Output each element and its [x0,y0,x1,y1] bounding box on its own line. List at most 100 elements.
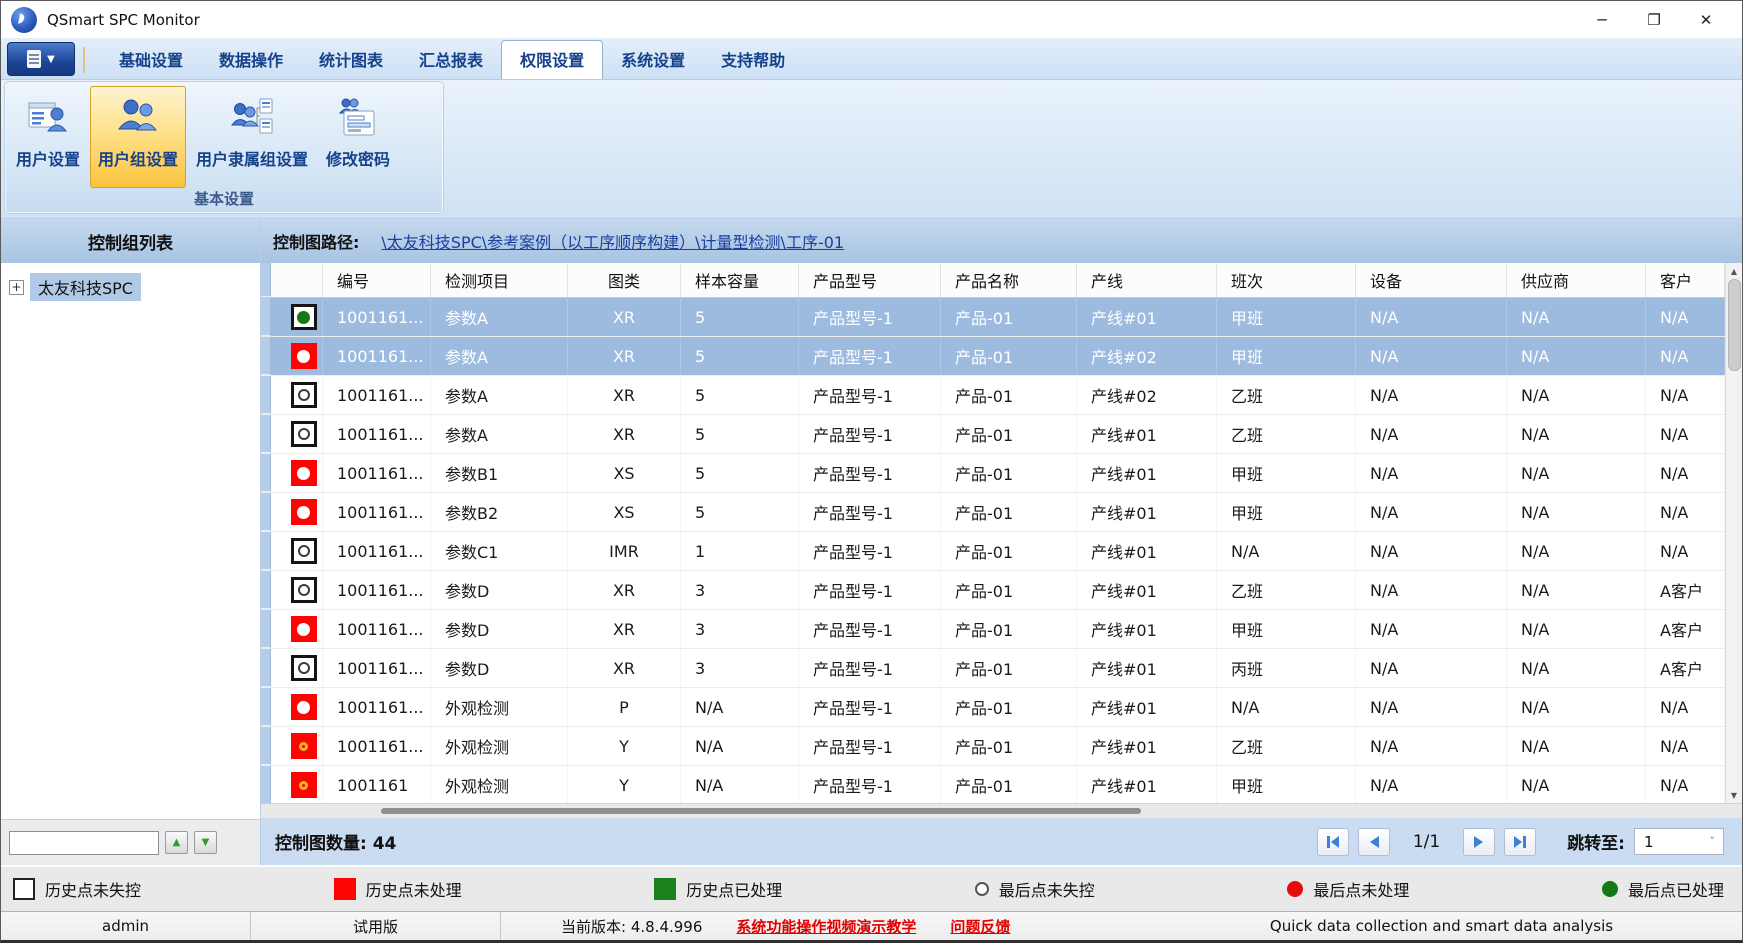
tab-7[interactable]: 支持帮助 [703,41,803,79]
table-row-3[interactable]: 1001161... 参数A XR 5 产品型号-1 产品-01 产线#02 乙班 N/A N/A… [261,376,1725,415]
scroll-up-icon[interactable]: ▲ [1726,263,1742,279]
search-input[interactable] [9,830,159,855]
column-header-11[interactable]: 客户 [1646,263,1725,297]
user-group-settings-button[interactable]: 用户组设置 [90,86,187,188]
tab-6[interactable]: 系统设置 [603,41,703,79]
cell-产品型号: 产品型号-1 [799,532,941,570]
cell-设备: N/A [1356,532,1507,570]
cell-编号: 1001161... [323,298,431,336]
tab-1[interactable]: 基础设置 [101,41,201,79]
table-row-4[interactable]: 1001161... 参数A XR 5 产品型号-1 产品-01 产线#01 乙班 N/A N/A… [261,415,1725,454]
column-header-5[interactable]: 产品型号 [799,263,941,297]
cell-样本容量: 5 [681,376,799,414]
vertical-scroll-thumb[interactable] [1727,279,1741,371]
column-header-10[interactable]: 供应商 [1507,263,1646,297]
ribbon-tab-row: ▼ 基础设置 数据操作 统计图表 汇总报表 权限设置 系统设置 支持帮助 [1,38,1742,80]
table-row-8[interactable]: 1001161... 参数D XR 3 产品型号-1 产品-01 产线#01 乙班 N/A N/A… [261,571,1725,610]
vertical-scrollbar[interactable]: ▲ ▼ [1725,263,1742,803]
search-down-button[interactable]: ▼ [194,831,217,854]
table-row-2[interactable]: 1001161... 参数A XR 5 产品型号-1 产品-01 产线#02 甲班 N/A N/A… [261,337,1725,376]
cell-客户: N/A [1646,454,1725,492]
horizontal-scroll-thumb[interactable] [381,808,1141,814]
table-row-13[interactable]: 1001161 外观检测 Y N/A 产品型号-1 产品-01 产线#01 甲班 N/A N/A N… [261,766,1725,803]
column-header-2[interactable]: 检测项目 [431,263,568,297]
table-row-11[interactable]: 1001161... 外观检测 P N/A 产品型号-1 产品-01 产线#01 N/A N/A… [261,688,1725,727]
table-row-1[interactable]: 1001161... 参数A XR 5 产品型号-1 产品-01 产线#01 甲班 N/A N/A… [261,298,1725,337]
table-row-10[interactable]: 1001161... 参数D XR 3 产品型号-1 产品-01 产线#01 丙班 N/A N/A… [261,649,1725,688]
column-header-6[interactable]: 产品名称 [941,263,1077,297]
tab-2[interactable]: 数据操作 [201,41,301,79]
tab-4[interactable]: 汇总报表 [401,41,501,79]
status-icon [271,337,323,375]
cell-检测项目: 参数B1 [431,454,568,492]
cell-产品型号: 产品型号-1 [799,571,941,609]
ribbon-group-label: 基本设置 [193,190,254,208]
next-page-button[interactable] [1463,827,1496,856]
cell-编号: 1001161... [323,571,431,609]
circle-outline-icon [974,882,989,896]
table-row-6[interactable]: 1001161... 参数B2 XS 5 产品型号-1 产品-01 产线#01 甲班 N/A N/… [261,493,1725,532]
tree-node-label[interactable]: 太友科技SPC [30,273,141,301]
cell-产品名称: 产品-01 [941,610,1077,648]
cell-产品型号: 产品型号-1 [799,727,941,765]
cell-检测项目: 外观检测 [431,766,568,803]
tree-node-root[interactable]: + 太友科技SPC [9,273,260,301]
status-icon [271,610,323,648]
table-footer-bar: 控制图数量: 44 1/1 跳转至: 1 ˅ [261,818,1742,865]
cell-编号: 1001161... [323,532,431,570]
table-row-9[interactable]: 1001161... 参数D XR 3 产品型号-1 产品-01 产线#01 甲班 N/A N/A… [261,610,1725,649]
cell-图类: XR [568,337,681,375]
minimize-button[interactable]: ─ [1576,5,1628,35]
cell-供应商: N/A [1507,610,1646,648]
cell-班次: N/A [1217,688,1356,726]
cell-班次: 甲班 [1217,493,1356,531]
goto-page-select[interactable]: 1 ˅ [1634,828,1724,855]
first-page-button[interactable] [1316,827,1349,856]
horizontal-scrollbar[interactable] [261,803,1742,818]
legend-item-1: 历史点未失控 [13,877,141,901]
cell-样本容量: N/A [681,766,799,803]
app-menu-button[interactable]: ▼ [7,42,75,76]
cell-供应商: N/A [1507,337,1646,375]
column-header-4[interactable]: 样本容量 [681,263,799,297]
scroll-down-icon[interactable]: ▼ [1726,787,1742,803]
feedback-link[interactable]: 问题反馈 [950,916,1010,937]
expand-icon[interactable]: + [9,279,24,295]
close-button[interactable]: ✕ [1680,5,1732,35]
cell-班次: 甲班 [1217,610,1356,648]
video-tutorial-link[interactable]: 系统功能操作视频演示教学 [736,916,916,937]
search-up-button[interactable]: ▲ [165,831,188,854]
chart-path-link[interactable]: \太友科技SPC\参考案例（以工序顺序构建）\计量型检测\工序-01 [381,229,844,253]
change-password-button[interactable]: 修改密码 [318,86,398,188]
column-header-0[interactable] [271,263,323,297]
cell-样本容量: 3 [681,610,799,648]
chevron-down-icon: ˅ [1709,835,1716,848]
tab-5[interactable]: 权限设置 [501,40,604,79]
column-header-9[interactable]: 设备 [1356,263,1507,297]
cell-班次: N/A [1217,532,1356,570]
cell-客户: N/A [1646,766,1725,803]
maximize-button[interactable]: ❐ [1628,5,1680,35]
control-chart-grid: 编号 检测项目 图类 样本容量 产品型号 产品名称 产线 班次 设备 供应商 客户 1001161.… [261,263,1725,803]
cell-编号: 1001161... [323,610,431,648]
table-row-7[interactable]: 1001161... 参数C1 IMR 1 产品型号-1 产品-01 产线#01 N/A N/A… [261,532,1725,571]
column-header-7[interactable]: 产线 [1077,263,1217,297]
column-header-8[interactable]: 班次 [1217,263,1356,297]
table-row-5[interactable]: 1001161... 参数B1 XS 5 产品型号-1 产品-01 产线#01 甲班 N/A N/… [261,454,1725,493]
user-settings-icon [25,94,71,140]
row-header-strip [261,727,271,765]
cell-样本容量: 5 [681,415,799,453]
cell-产线: 产线#01 [1077,298,1217,336]
column-header-1[interactable]: 编号 [323,263,431,297]
last-page-button[interactable] [1504,827,1537,856]
user-settings-button[interactable]: 用户设置 [8,86,88,188]
legend-label: 历史点已处理 [686,881,783,900]
user-membership-settings-button[interactable]: 用户隶属组设置 [188,86,316,188]
tab-3[interactable]: 统计图表 [301,41,401,79]
column-header-3[interactable]: 图类 [568,263,681,297]
table-row-12[interactable]: 1001161... 外观检测 Y N/A 产品型号-1 产品-01 产线#01 乙班 N/A N… [261,727,1725,766]
cell-样本容量: 5 [681,454,799,492]
legend-item-3: 历史点已处理 [654,877,782,901]
previous-page-button[interactable] [1357,827,1390,856]
legend-bar: 历史点未失控 历史点未处理 历史点已处理 最后点未失控 最后点未处理 最后点已处理 [1,865,1742,911]
